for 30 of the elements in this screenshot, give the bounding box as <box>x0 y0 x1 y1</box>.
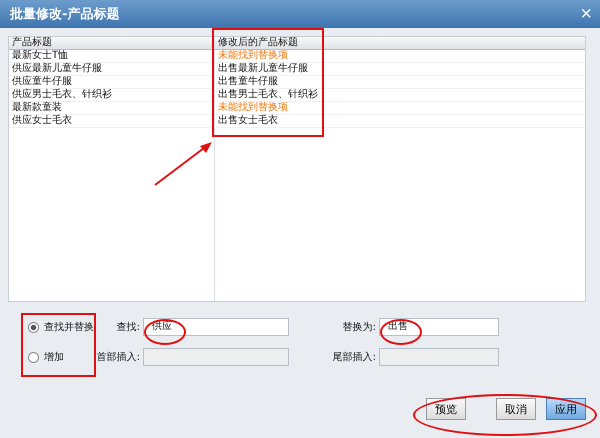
column-header: 产品标题 <box>9 37 215 49</box>
annotation-arrow <box>154 142 212 186</box>
column-header: 修改后的产品标题 <box>217 37 299 49</box>
radio-icon[interactable] <box>28 322 39 332</box>
window-title: 批量修改-产品标题 <box>10 6 120 23</box>
dialog-button[interactable]: 预览 <box>426 398 466 420</box>
table-cell-text: 出售女士毛衣 <box>217 115 279 127</box>
table-cell-text: 未能找到替换项 <box>217 50 289 62</box>
table-cell: 供应女士毛衣 <box>9 115 215 127</box>
radio-label[interactable]: 查找并替换 <box>44 320 94 334</box>
dialog-button[interactable]: 应用 <box>546 398 586 420</box>
field-label: 尾部插入: <box>332 350 376 364</box>
annotation-ellipse <box>380 319 422 345</box>
table-cell: 供应童牛仔服 <box>9 76 215 88</box>
table-cell: 最新女士T恤 <box>9 50 215 62</box>
table-cell-text: 未能找到替换项 <box>217 102 289 114</box>
table-cell-text: 出售男士毛衣、针织衫 <box>217 89 319 101</box>
dialog-button[interactable]: 取消 <box>496 398 536 420</box>
table-cell-text: 出售童牛仔服 <box>217 76 279 88</box>
table-cell-text: 出售最新儿童牛仔服 <box>217 63 309 75</box>
table-cell: 最新款童装 <box>9 102 215 114</box>
table-cell: 供应最新儿童牛仔服 <box>9 63 215 75</box>
close-button[interactable]: × <box>580 4 592 24</box>
field-label: 查找: <box>116 320 140 334</box>
field-label: 替换为: <box>342 320 376 334</box>
field-label: 首部插入: <box>96 350 140 364</box>
radio-label[interactable]: 增加 <box>44 350 64 364</box>
table-cell: 供应男士毛衣、针织衫 <box>9 89 215 101</box>
radio-icon[interactable] <box>28 352 39 362</box>
annotation-ellipse <box>144 319 186 345</box>
